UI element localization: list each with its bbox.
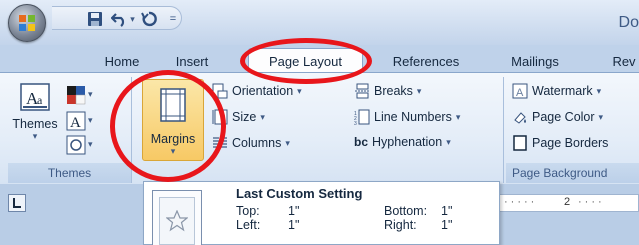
tab-mailings[interactable]: Mailings — [500, 49, 570, 73]
tab-review[interactable]: Rev — [604, 49, 639, 73]
page-color-label: Page Color — [532, 110, 595, 124]
themes-button[interactable]: A a Themes ▾ — [12, 83, 58, 149]
bottom-label: Bottom: — [384, 204, 428, 218]
size-label: Size — [232, 110, 257, 124]
page-layout-annotation — [240, 38, 372, 84]
ruler-marker: 2 — [564, 196, 571, 208]
page-background-group: A Watermark ▾ Page Color ▾ Page Borders … — [506, 77, 639, 183]
customize-qat-button[interactable]: = — [168, 10, 178, 28]
page-color-button[interactable]: Page Color ▾ — [512, 109, 603, 125]
redo-button[interactable] — [140, 10, 158, 28]
ribbon: A a Themes ▾ ▾ A ▾ ▾ Themes Margins ▾ Or… — [0, 72, 639, 184]
right-label: Right: — [384, 218, 417, 232]
theme-colors-button[interactable]: ▾ — [66, 85, 100, 105]
bottom-value: 1" — [441, 204, 453, 218]
page-background-group-label: Page Background — [506, 163, 639, 183]
themes-button-label: Themes — [12, 117, 58, 131]
preset-page — [159, 197, 195, 245]
line-numbers-icon: 1 2 3 — [354, 109, 370, 125]
left-value: 1" — [288, 218, 300, 232]
undo-button[interactable]: ▾ — [110, 10, 136, 28]
themes-icon: A a — [20, 83, 50, 111]
hyphenation-button[interactable]: bc Hyphenation ▾ — [354, 135, 451, 149]
effects-icon — [66, 135, 86, 155]
tab-home[interactable]: Home — [92, 49, 152, 73]
margins-dropdown: Last Custom Setting Top: 1" Bottom: 1" L… — [143, 181, 500, 245]
last-custom-setting-thumbnail[interactable] — [152, 190, 202, 245]
watermark-button[interactable]: A Watermark ▾ — [512, 83, 601, 99]
office-button-icon — [19, 15, 35, 31]
page-borders-label: Page Borders — [532, 136, 609, 150]
svg-text:A: A — [70, 115, 81, 131]
undo-icon — [111, 13, 125, 27]
watermark-icon: A — [512, 83, 528, 99]
theme-effects-button[interactable]: ▾ — [66, 135, 100, 155]
redo-icon — [141, 11, 157, 27]
top-label: Top: — [236, 204, 260, 218]
breaks-label: Breaks — [374, 84, 413, 98]
orientation-label: Orientation — [232, 84, 294, 98]
left-label: Left: — [236, 218, 261, 232]
svg-text:a: a — [37, 93, 43, 107]
watermark-label: Watermark — [532, 84, 593, 98]
window-title: Do — [618, 14, 639, 31]
tab-references[interactable]: References — [384, 49, 468, 73]
colors-icon — [67, 86, 86, 105]
customize-qat-icon: = — [169, 13, 177, 25]
svg-text:3: 3 — [354, 121, 357, 125]
svg-text:A: A — [516, 87, 524, 99]
breaks-icon — [355, 83, 369, 99]
right-value: 1" — [441, 218, 453, 232]
top-value: 1" — [288, 204, 300, 218]
line-numbers-label: Line Numbers — [374, 110, 452, 124]
orientation-button[interactable]: Orientation ▾ — [212, 83, 302, 99]
tab-stop-icon — [13, 198, 21, 208]
fonts-icon: A — [66, 111, 86, 131]
save-icon — [88, 12, 102, 26]
page-borders-button[interactable]: Page Borders — [512, 135, 608, 151]
line-numbers-button[interactable]: 1 2 3 Line Numbers ▾ — [354, 109, 460, 125]
margins-annotation — [110, 70, 226, 182]
breaks-button[interactable]: Breaks ▾ — [354, 83, 421, 99]
page-borders-icon — [513, 135, 527, 151]
horizontal-ruler[interactable]: ····· 2 ···· — [497, 194, 639, 212]
hyphenation-label: Hyphenation — [372, 135, 443, 149]
themes-group-label: Themes — [8, 163, 131, 183]
ruler-dots-right: ···· — [578, 196, 605, 208]
hyphenation-icon: bc — [354, 135, 369, 149]
theme-fonts-button[interactable]: A ▾ — [66, 111, 100, 131]
tab-stop-selector[interactable] — [8, 194, 26, 212]
quick-access-toolbar: ▾ = — [52, 6, 182, 30]
page-color-icon — [514, 112, 526, 124]
save-button[interactable] — [86, 10, 104, 28]
ruler-dots: ····· — [504, 196, 538, 208]
columns-label: Columns — [232, 136, 282, 150]
star-icon — [166, 210, 188, 232]
last-custom-setting-title[interactable]: Last Custom Setting — [236, 186, 362, 201]
office-button[interactable] — [8, 4, 46, 42]
